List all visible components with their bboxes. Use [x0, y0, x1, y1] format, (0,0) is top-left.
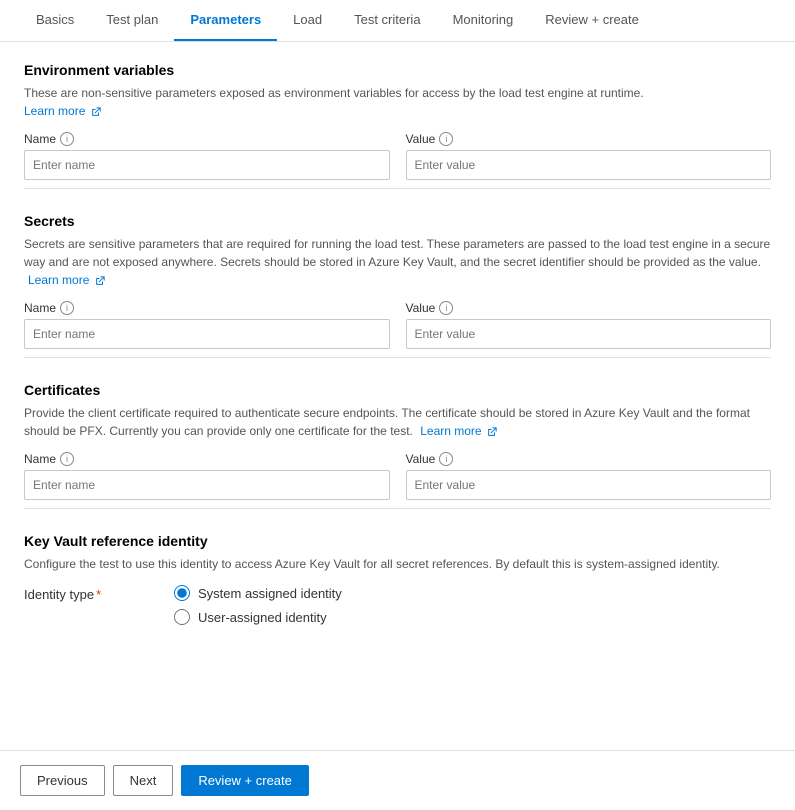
- keyvault-section: Key Vault reference identity Configure t…: [24, 533, 771, 625]
- certificates-name-group: Name i: [24, 452, 390, 500]
- secrets-value-input[interactable]: [406, 319, 772, 349]
- certificates-value-info-icon[interactable]: i: [439, 452, 453, 466]
- env-vars-value-group: Value i: [406, 132, 772, 180]
- secrets-name-input[interactable]: [24, 319, 390, 349]
- env-vars-description: These are non-sensitive parameters expos…: [24, 84, 771, 120]
- tab-basics[interactable]: Basics: [20, 0, 90, 41]
- system-assigned-label: System assigned identity: [198, 586, 342, 601]
- secrets-name-info-icon[interactable]: i: [60, 301, 74, 315]
- secrets-value-info-icon[interactable]: i: [439, 301, 453, 315]
- secrets-section: Secrets Secrets are sensitive parameters…: [24, 213, 771, 358]
- certificates-name-info-icon[interactable]: i: [60, 452, 74, 466]
- review-create-button[interactable]: Review + create: [181, 765, 309, 796]
- env-vars-name-group: Name i: [24, 132, 390, 180]
- secrets-value-group: Value i: [406, 301, 772, 349]
- tab-load[interactable]: Load: [277, 0, 338, 41]
- secrets-form-row: Name i Value i: [24, 301, 771, 349]
- env-vars-name-input[interactable]: [24, 150, 390, 180]
- tab-test-criteria[interactable]: Test criteria: [338, 0, 436, 41]
- footer: Previous Next Review + create: [0, 750, 795, 810]
- certificates-learn-more-link[interactable]: Learn more: [420, 424, 481, 438]
- next-button[interactable]: Next: [113, 765, 174, 796]
- secrets-learn-more-link[interactable]: Learn more: [28, 273, 89, 287]
- certificates-description: Provide the client certificate required …: [24, 404, 771, 440]
- env-vars-divider: [24, 188, 771, 189]
- secrets-value-label: Value i: [406, 301, 772, 315]
- certificates-external-link-icon: [487, 427, 497, 437]
- certificates-value-label: Value i: [406, 452, 772, 466]
- secrets-divider: [24, 357, 771, 358]
- certificates-divider: [24, 508, 771, 509]
- certificates-name-label: Name i: [24, 452, 390, 466]
- env-vars-section: Environment variables These are non-sens…: [24, 62, 771, 189]
- secrets-name-label: Name i: [24, 301, 390, 315]
- user-assigned-radio[interactable]: [174, 609, 190, 625]
- system-assigned-radio[interactable]: [174, 585, 190, 601]
- secrets-description: Secrets are sensitive parameters that ar…: [24, 235, 771, 289]
- tab-parameters[interactable]: Parameters: [174, 0, 277, 41]
- tab-test-plan[interactable]: Test plan: [90, 0, 174, 41]
- identity-radio-group: System assigned identity User-assigned i…: [174, 585, 342, 625]
- identity-type-row: Identity type* System assigned identity …: [24, 585, 771, 625]
- certificates-form-row: Name i Value i: [24, 452, 771, 500]
- system-assigned-option[interactable]: System assigned identity: [174, 585, 342, 601]
- tab-monitoring[interactable]: Monitoring: [437, 0, 530, 41]
- certificates-value-group: Value i: [406, 452, 772, 500]
- tab-review-create[interactable]: Review + create: [529, 0, 655, 41]
- certificates-section: Certificates Provide the client certific…: [24, 382, 771, 509]
- required-indicator: *: [96, 587, 101, 602]
- keyvault-description: Configure the test to use this identity …: [24, 555, 771, 573]
- previous-button[interactable]: Previous: [20, 765, 105, 796]
- external-link-icon: [91, 107, 101, 117]
- keyvault-title: Key Vault reference identity: [24, 533, 771, 549]
- env-vars-name-info-icon[interactable]: i: [60, 132, 74, 146]
- certificates-name-input[interactable]: [24, 470, 390, 500]
- certificates-title: Certificates: [24, 382, 771, 398]
- secrets-title: Secrets: [24, 213, 771, 229]
- main-content: Environment variables These are non-sens…: [0, 42, 795, 665]
- env-vars-title: Environment variables: [24, 62, 771, 78]
- user-assigned-label: User-assigned identity: [198, 610, 327, 625]
- env-vars-form-row: Name i Value i: [24, 132, 771, 180]
- secrets-name-group: Name i: [24, 301, 390, 349]
- env-vars-name-label: Name i: [24, 132, 390, 146]
- env-vars-value-label: Value i: [406, 132, 772, 146]
- user-assigned-option[interactable]: User-assigned identity: [174, 609, 342, 625]
- secrets-external-link-icon: [95, 276, 105, 286]
- identity-type-label: Identity type*: [24, 585, 154, 602]
- env-vars-value-info-icon[interactable]: i: [439, 132, 453, 146]
- env-vars-value-input[interactable]: [406, 150, 772, 180]
- env-vars-learn-more-link[interactable]: Learn more: [24, 104, 85, 118]
- certificates-value-input[interactable]: [406, 470, 772, 500]
- navigation-tabs: Basics Test plan Parameters Load Test cr…: [0, 0, 795, 42]
